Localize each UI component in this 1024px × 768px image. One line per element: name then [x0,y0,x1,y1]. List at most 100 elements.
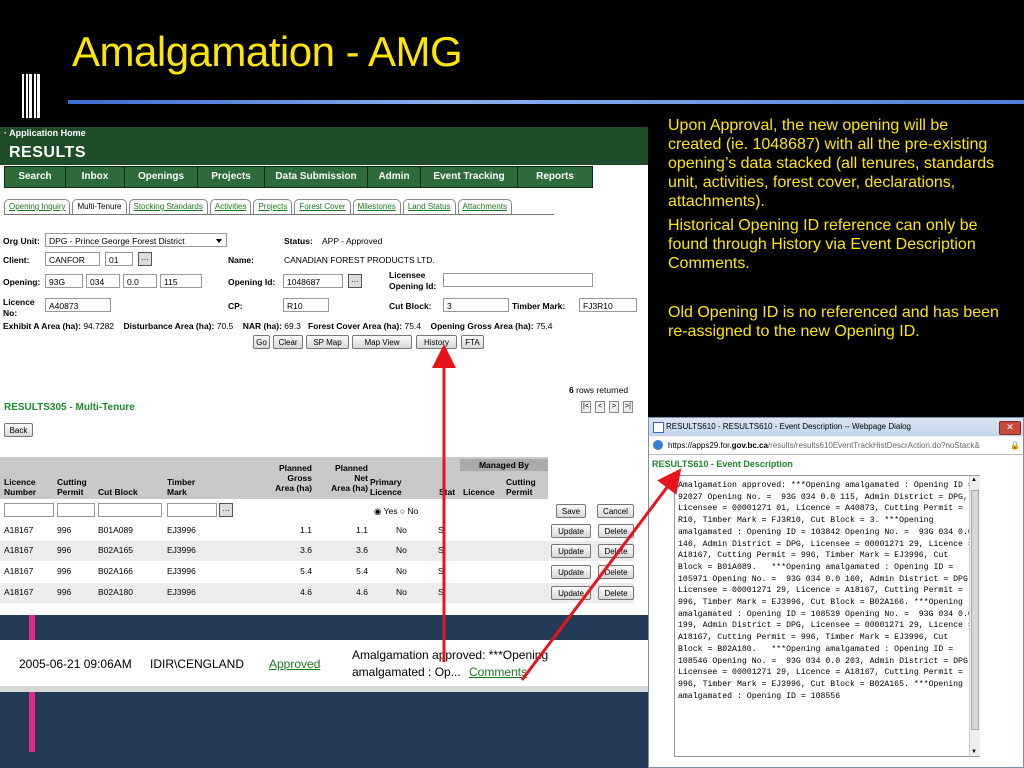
menu-search[interactable]: Search [5,167,66,187]
sp-map-button[interactable]: SP Map [306,335,349,349]
menu-openings[interactable]: Openings [125,167,198,187]
radio-yes-icon[interactable]: ◉ [374,506,381,516]
new-cut-block-input[interactable] [98,503,162,517]
col-cutting-permit: Cutting Permit [57,477,87,497]
opening-sub-field[interactable]: 115 [160,274,202,288]
tab-opening-inquiry[interactable]: Opening Inquiry [4,199,71,214]
update-button[interactable]: Update [551,586,591,600]
go-button[interactable]: Go [253,335,270,349]
opening-grid-field[interactable]: 0.0 [123,274,157,288]
dialog-title: RESULTS610 - RESULTS610 - Event Descript… [666,422,911,431]
client-location-field[interactable]: 01 [105,252,133,266]
update-button[interactable]: Update [551,565,591,579]
application-home-link[interactable]: · Application Home [4,128,86,138]
cell-cut-block: B01A089 [98,525,133,535]
map-view-button[interactable]: Map View [352,335,412,349]
menu-data-submission[interactable]: Data Submission [265,167,368,187]
menu-event-tracking[interactable]: Event Tracking [421,167,518,187]
col-cut-block: Cut Block [98,487,138,497]
col-licence: Licence Number [4,477,37,497]
delete-button[interactable]: Delete [598,586,634,600]
update-button[interactable]: Update [551,544,591,558]
tab-attachments[interactable]: Attachments [457,199,512,214]
scroll-down-icon[interactable]: ▼ [971,749,977,755]
status-label: Status: [284,236,313,246]
new-licence-input[interactable] [4,503,54,517]
menu-reports[interactable]: Reports [518,167,592,187]
cp-label: CP: [228,301,243,311]
client-field[interactable]: CANFOR [45,252,100,266]
col-timber-mark: Timber Mark [167,477,196,497]
last-page-icon[interactable]: >| [623,401,633,413]
tab-activities[interactable]: Activities [209,199,252,214]
menu-projects[interactable]: Projects [198,167,265,187]
first-page-icon[interactable]: |< [581,401,591,413]
menu-admin[interactable]: Admin [368,167,421,187]
cp-field[interactable]: R10 [283,298,329,312]
tab-land-status[interactable]: Land Status [402,199,456,214]
fta-button[interactable]: FTA [461,335,484,349]
primary-radio-group[interactable]: ◉ Yes ○ No [374,506,418,517]
tab-projects[interactable]: Projects [253,199,293,214]
licensee-opening-id-field[interactable] [443,273,593,287]
new-timber-mark-input[interactable] [167,503,217,517]
menu-inbox[interactable]: Inbox [66,167,125,187]
dialog-titlebar[interactable]: RESULTS610 - RESULTS610 - Event Descript… [649,418,1023,436]
client-lookup-icon[interactable]: … [138,252,152,266]
history-button[interactable]: History [416,335,457,349]
barcode-logo-icon [22,74,42,118]
new-cp-input[interactable] [57,503,95,517]
event-description-textarea[interactable]: Amalgamation approved: ***Opening amalga… [674,475,980,757]
delete-button[interactable]: Delete [598,544,634,558]
history-status-link[interactable]: Approved [269,657,320,671]
table-row: A18167 996 B02A166 EJ3996 No S 5.4 5.4 Update Del… [0,562,634,582]
update-button[interactable]: Update [551,524,591,538]
prev-page-icon[interactable]: < [595,401,605,413]
radio-no-icon[interactable]: ○ [400,506,405,516]
lock-icon: 🔒 [1010,441,1020,450]
tab-forest-cover[interactable]: Forest Cover [294,199,351,214]
dialog-heading: RESULTS610 - Event Description [652,459,793,469]
timber-mark-field[interactable]: FJ3R10 [579,298,637,312]
clear-button[interactable]: Clear [273,335,303,349]
col-stat: Stat [439,487,456,497]
scroll-up-icon[interactable]: ▲ [971,477,977,483]
cell-licence: A18167 [4,566,34,576]
results-app-screenshot: · Application Home RESULTS Search Inbox … [0,127,648,615]
opening-label: Opening: [3,277,41,287]
history-date: 2005-06-21 09:06AM [19,657,132,671]
history-comment-line2: amalgamated : Op... [352,665,461,679]
next-page-icon[interactable]: > [609,401,619,413]
cut-block-field[interactable]: 3 [443,298,509,312]
org-unit-select[interactable]: DPG - Prince George Forest District [45,233,227,247]
cell-stat: S [438,545,444,555]
history-comment-line1: Amalgamation approved: ***Opening [352,648,549,662]
ie-logo-icon [653,440,663,450]
cell-planned-gross: 1.1 [300,525,312,535]
scroll-thumb[interactable] [971,490,979,730]
opening-number-field[interactable]: 034 [86,274,120,288]
opening-id-lookup-icon[interactable]: … [348,274,362,288]
save-button[interactable]: Save [556,504,586,518]
tab-stocking-standards[interactable]: Stocking Standards [128,199,208,214]
close-icon[interactable]: ✕ [999,421,1021,435]
dialog-body: RESULTS610 - Event Description Amalgamat… [649,455,1023,767]
cell-licence: A18167 [4,545,34,555]
cell-cut-block: B02A180 [98,587,133,597]
back-button[interactable]: Back [4,423,33,437]
tab-multi-tenure[interactable]: Multi-Tenure [72,199,127,214]
cell-planned-net: 4.6 [356,587,368,597]
dialog-scrollbar[interactable]: ▲ ▼ [969,476,980,756]
col-managed-by: Managed By [460,459,548,471]
delete-button[interactable]: Delete [598,565,634,579]
opening-mapsheet-field[interactable]: 93G [45,274,83,288]
timber-mark-lookup-icon[interactable]: … [219,503,233,517]
licence-no-field[interactable]: A40873 [45,298,111,312]
tab-milestones[interactable]: Milestones [352,199,401,214]
cancel-button[interactable]: Cancel [597,504,634,518]
cell-planned-gross: 4.6 [300,587,312,597]
opening-id-field[interactable]: 1048687 [283,274,343,288]
col-primary-licence: Primary Licence [370,477,402,497]
delete-button[interactable]: Delete [598,524,634,538]
comments-link[interactable]: Comments [469,665,527,679]
